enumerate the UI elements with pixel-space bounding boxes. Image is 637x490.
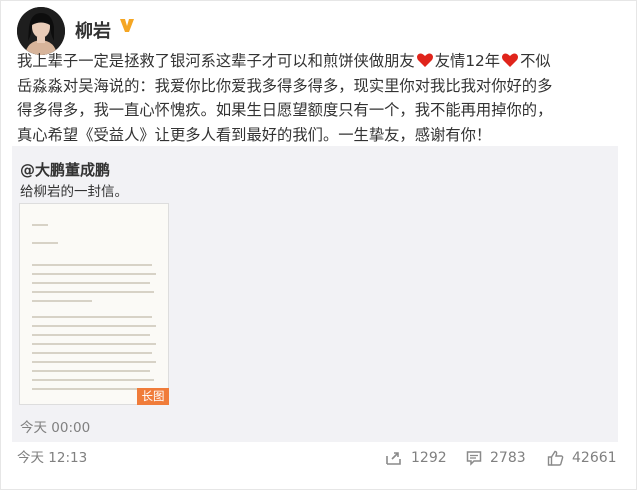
- repost-time[interactable]: 今天 00:00: [20, 416, 90, 436]
- repost-box[interactable]: @大鹏董成鹏 给柳岩的一封信。 长图 今天 00:00: [12, 146, 618, 442]
- comment-icon: [466, 451, 482, 466]
- heart-icon: [416, 53, 433, 67]
- post-text-line: 我上辈子一定是拯救了银河系这辈子才可以和煎饼侠做朋友 友情12年 不似: [17, 49, 617, 74]
- post-text-segment: 我上辈子一定是拯救了银河系这辈子才可以和煎饼侠做朋友: [17, 52, 415, 70]
- like-icon: [547, 450, 564, 466]
- post-text-line: 真心希望《受益人》让更多人看到最好的我们。一生挚友，感谢有你！: [17, 125, 492, 144]
- post-text: 我上辈子一定是拯救了银河系这辈子才可以和煎饼侠做朋友 友情12年 不似 岳淼淼对吴海…: [17, 49, 617, 147]
- like-count: 42661: [572, 450, 617, 466]
- weibo-post-card: 柳岩 我上辈子一定是拯救了银河系这辈子才可以和煎饼侠做朋友 友情12年 不似 岳淼淼…: [0, 0, 637, 490]
- comment-count: 2783: [490, 450, 526, 466]
- heart-icon: [502, 53, 519, 67]
- verified-icon: [120, 19, 134, 32]
- long-image-tag: 长图: [137, 388, 169, 405]
- username[interactable]: 柳岩: [75, 17, 111, 43]
- post-text-line: 得多得多，我一直心怀愧疚。如果生日愿望额度只有一个，我不能再用掉你的，: [17, 101, 553, 119]
- forward-button[interactable]: 1292: [385, 447, 447, 469]
- avatar[interactable]: [17, 7, 65, 55]
- forward-icon: [386, 452, 401, 465]
- repost-author[interactable]: @大鹏董成鹏: [20, 159, 110, 180]
- like-button[interactable]: 42661: [547, 447, 617, 469]
- post-text-segment: 友情12年: [434, 52, 501, 70]
- post-text-line: 岳淼淼对吴海说的：我爱你比你爱我多得多得多，现实里你对我比我对你好的多: [17, 76, 553, 95]
- repost-text: 给柳岩的一封信。: [20, 184, 128, 200]
- letter-image-thumbnail[interactable]: [19, 203, 169, 405]
- forward-count: 1292: [411, 450, 447, 466]
- post-time[interactable]: 今天 12:13: [17, 446, 87, 466]
- comment-button[interactable]: 2783: [466, 447, 526, 469]
- post-text-segment: 不似: [520, 52, 551, 70]
